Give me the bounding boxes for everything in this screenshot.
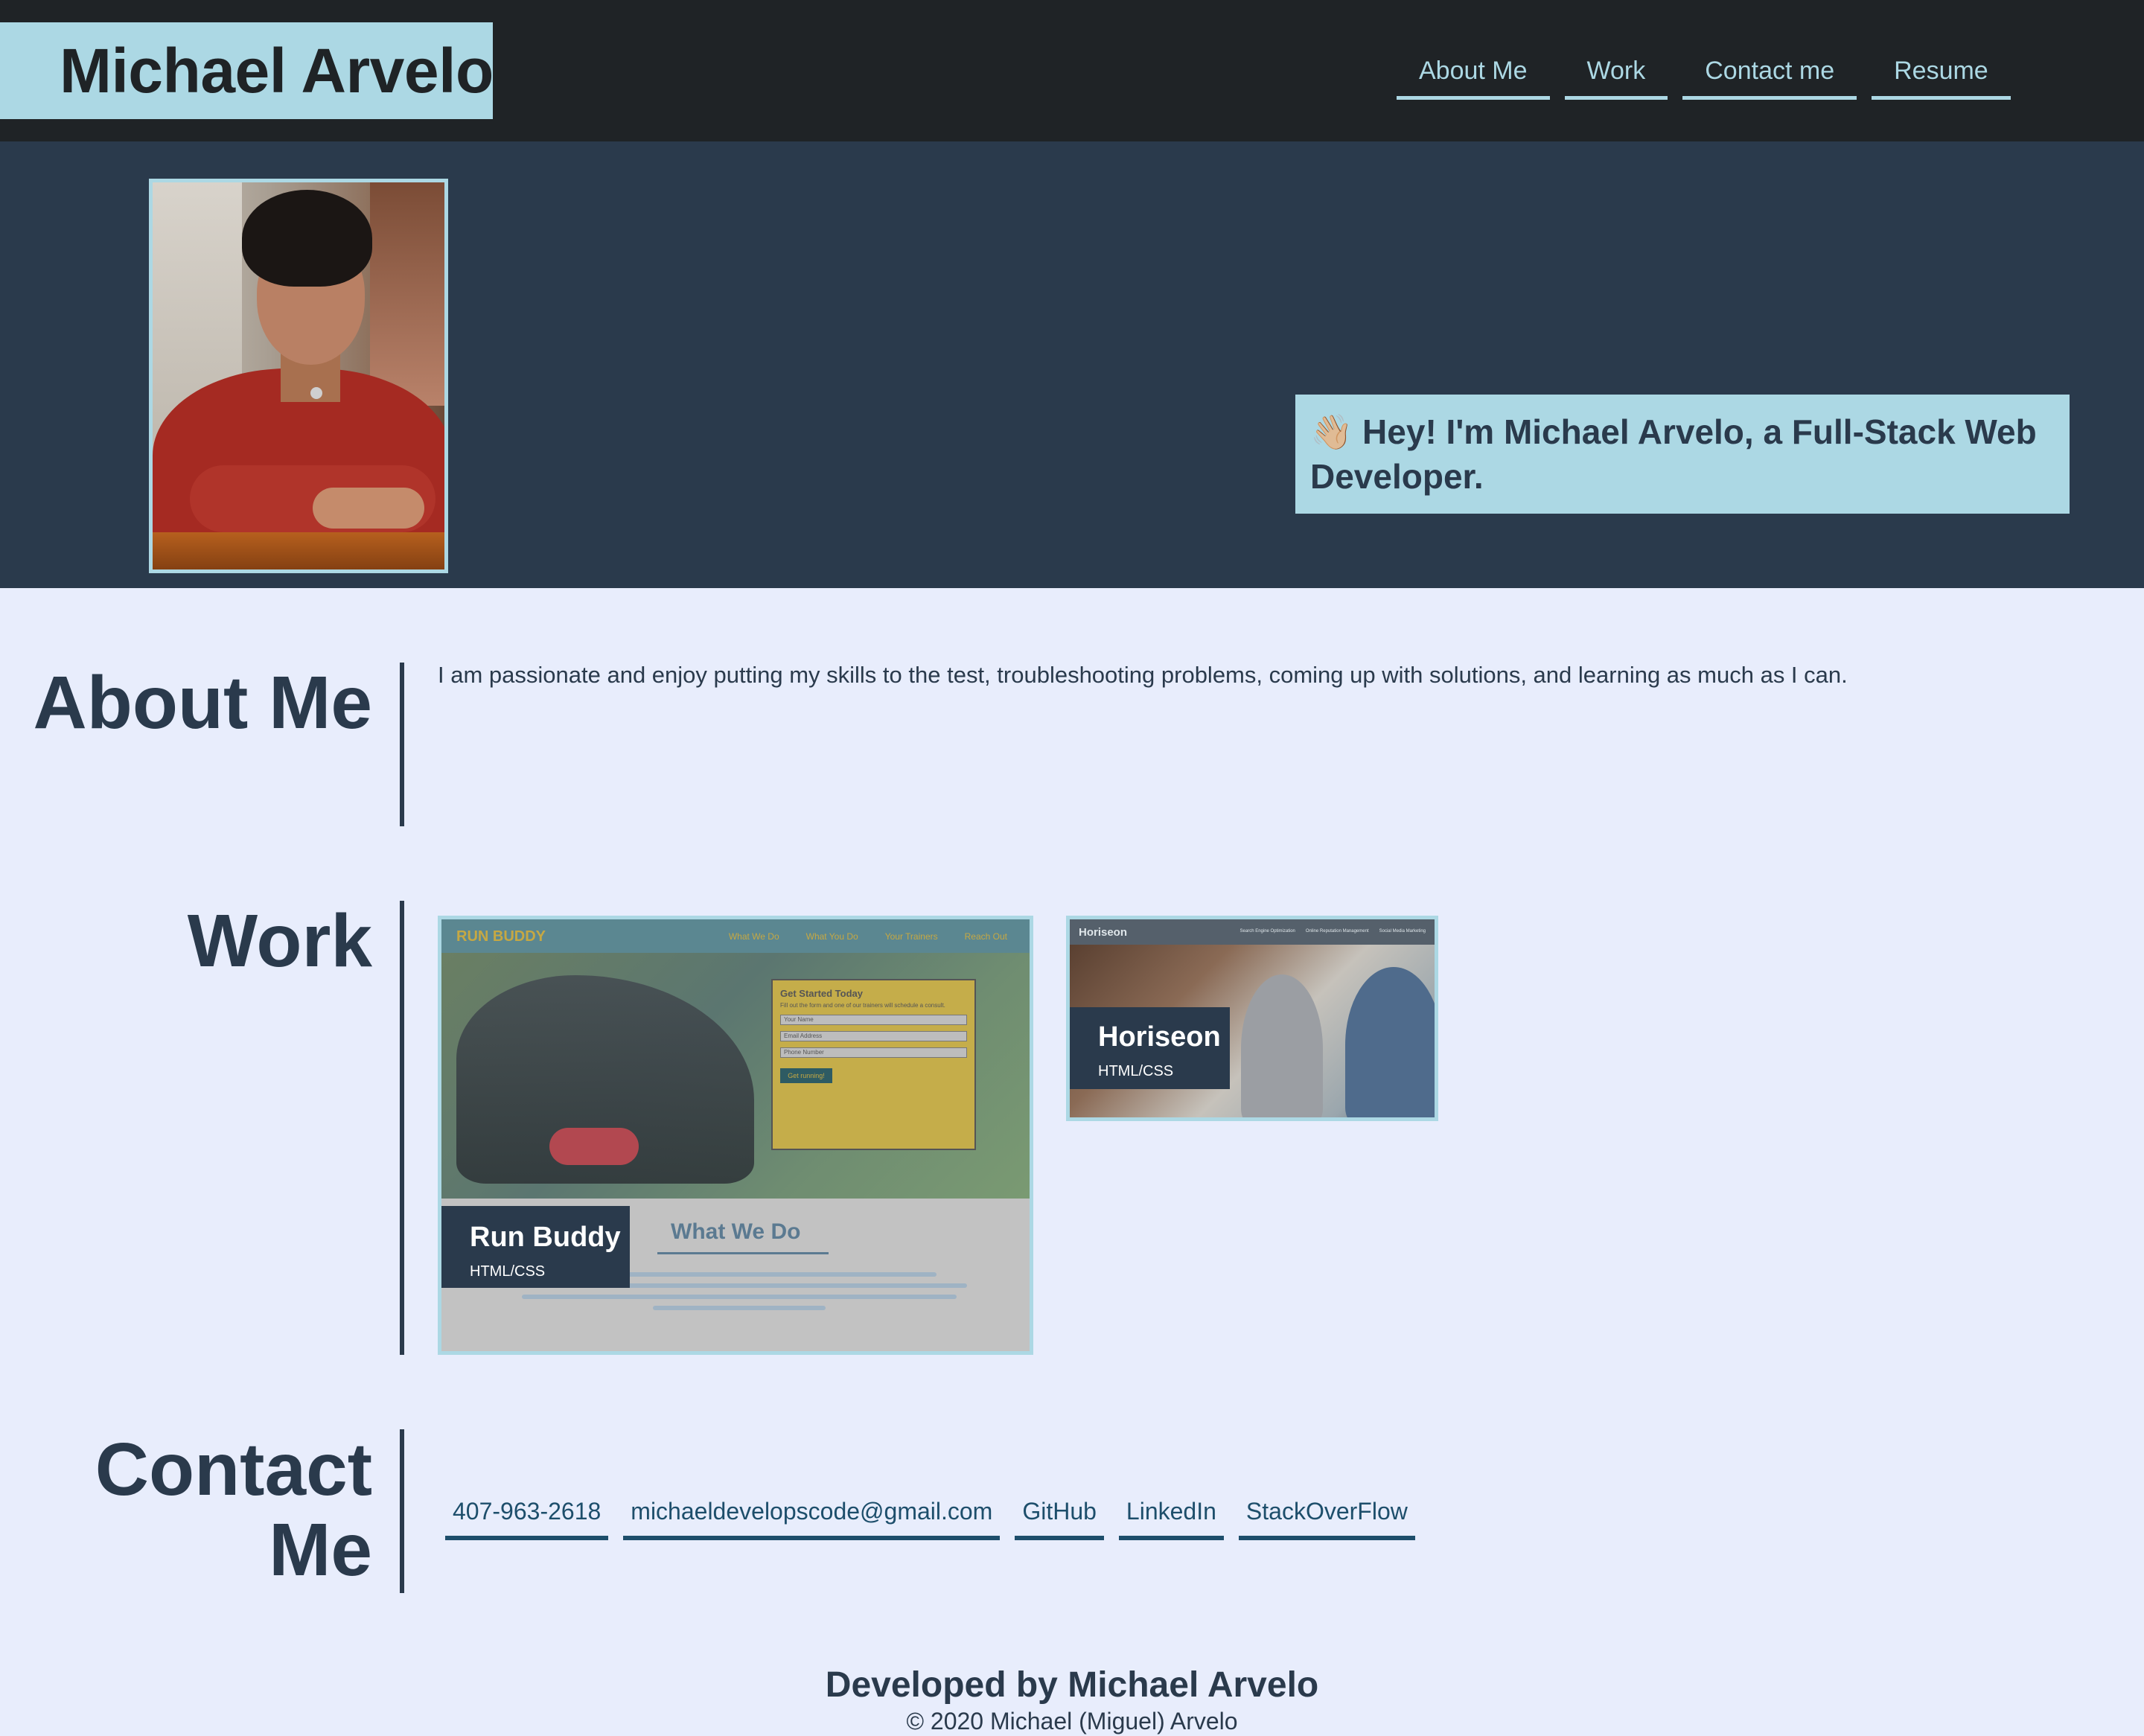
- nav-link-about-me[interactable]: About Me: [1397, 54, 1550, 100]
- preview-nav-item: Social Media Marketing: [1379, 929, 1426, 934]
- contact-title: Contact Me: [95, 1428, 372, 1592]
- preview-hero-image: Get Started Today Fill out the form and …: [441, 953, 1030, 1199]
- preview-nav-item: Search Engine Optimization: [1240, 929, 1295, 934]
- preview-field: Phone Number: [780, 1047, 967, 1058]
- preview-nav: Horiseon Search Engine Optimization Onli…: [1070, 919, 1435, 945]
- brand-name[interactable]: Michael Arvelo: [60, 35, 494, 107]
- preview-logo: Horiseon: [1079, 926, 1128, 939]
- profile-photo: [149, 179, 448, 573]
- about-title: About Me: [33, 661, 372, 744]
- hero: 👋🏼 Hey! I'm Michael Arvelo, a Full-Stack…: [0, 141, 2144, 588]
- preview-form-title: Get Started Today: [780, 988, 864, 999]
- nav-link-work[interactable]: Work: [1564, 54, 1668, 100]
- project-label: Horiseon HTML/CSS: [1070, 1007, 1230, 1089]
- contact-links: 407-963-2618 michaeldevelopscode@gmail.c…: [445, 1495, 1415, 1540]
- site-footer: Developed by Michael Arvelo © 2020 Micha…: [0, 1665, 2144, 1736]
- nav-link-resume[interactable]: Resume: [1872, 54, 2011, 100]
- preview-field: Your Name: [780, 1015, 967, 1025]
- preview-nav-item: Online Reputation Management: [1305, 929, 1369, 934]
- contact-divider: [400, 1429, 404, 1593]
- footer-title: Developed by Michael Arvelo: [825, 1665, 1319, 1705]
- preview-nav-item: What We Do: [728, 931, 779, 942]
- about-divider: [400, 663, 404, 826]
- greeting-banner: 👋🏼 Hey! I'm Michael Arvelo, a Full-Stack…: [1295, 395, 2070, 514]
- project-tech: HTML/CSS: [470, 1263, 546, 1280]
- preview-signup-form: Get Started Today Fill out the form and …: [771, 979, 976, 1150]
- preview-nav-item: What You Do: [805, 931, 858, 942]
- preview-form-subtitle: Fill out the form and one of our trainer…: [780, 1002, 945, 1009]
- project-card-horiseon[interactable]: Horiseon Search Engine Optimization Onli…: [1066, 916, 1438, 1121]
- project-tech: HTML/CSS: [1098, 1063, 1174, 1079]
- preview-section-title: What We Do: [671, 1219, 801, 1244]
- preview-logo: RUN BUDDY: [456, 928, 546, 945]
- preview-button: Get running!: [780, 1068, 832, 1083]
- project-label: Run Buddy HTML/CSS: [441, 1206, 630, 1288]
- project-name: Run Buddy: [470, 1222, 621, 1253]
- preview-field: Email Address: [780, 1031, 967, 1041]
- contact-stackoverflow-link[interactable]: StackOverFlow: [1238, 1495, 1415, 1540]
- main-nav: About Me Work Contact me Resume: [1397, 54, 2011, 100]
- preview-nav: RUN BUDDY What We Do What You Do Your Tr…: [441, 919, 1030, 953]
- brand-banner[interactable]: Michael Arvelo: [0, 22, 494, 119]
- about-text: I am passionate and enjoy putting my ski…: [438, 662, 1848, 688]
- work-divider: [400, 901, 404, 1355]
- work-title: Work: [187, 899, 372, 983]
- project-name: Horiseon: [1098, 1021, 1221, 1053]
- project-card-run-buddy[interactable]: RUN BUDDY What We Do What You Do Your Tr…: [438, 916, 1033, 1355]
- preview-nav-item: Reach Out: [964, 931, 1007, 942]
- site-header: Michael Arvelo About Me Work Contact me …: [0, 0, 2144, 141]
- contact-linkedin-link[interactable]: LinkedIn: [1118, 1495, 1224, 1540]
- contact-phone-link[interactable]: 407-963-2618: [445, 1495, 609, 1540]
- contact-email-link[interactable]: michaeldevelopscode@gmail.com: [623, 1495, 1001, 1540]
- footer-copyright: © 2020 Michael (Miguel) Arvelo: [906, 1708, 1238, 1735]
- preview-nav-item: Your Trainers: [884, 931, 938, 942]
- nav-link-contact-me[interactable]: Contact me: [1682, 54, 1857, 100]
- contact-github-link[interactable]: GitHub: [1015, 1495, 1104, 1540]
